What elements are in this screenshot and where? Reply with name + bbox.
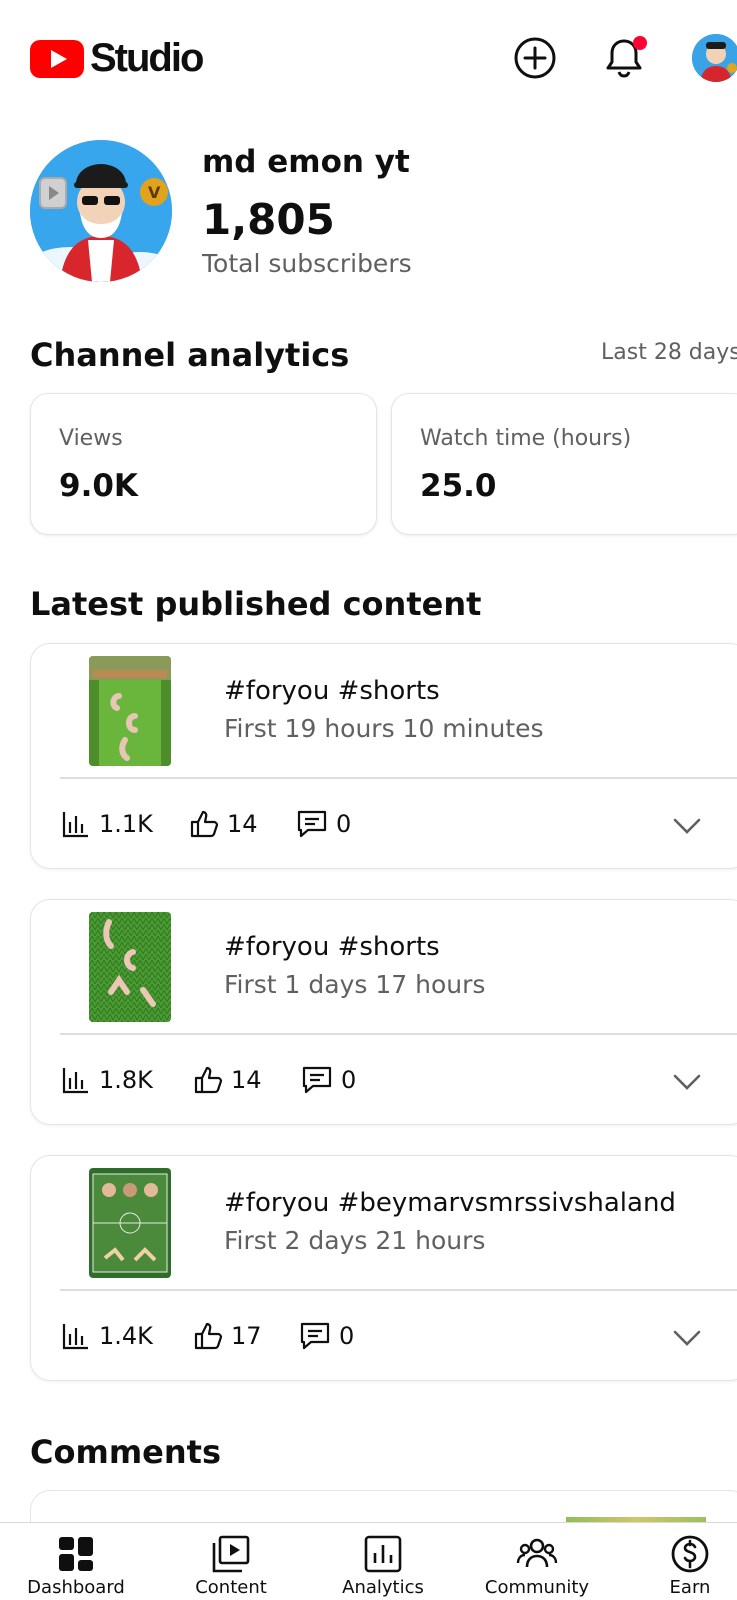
views-metric: 1.4K [61, 1321, 153, 1351]
chevron-down-icon[interactable] [671, 1322, 703, 1354]
comment-icon [297, 810, 327, 838]
comments-metric: 0 [296, 809, 351, 839]
account-avatar[interactable] [692, 34, 737, 82]
views-metric: 1.8K [61, 1065, 153, 1095]
chevron-down-icon[interactable] [671, 810, 703, 842]
subscriber-count: 1,805 [202, 195, 335, 244]
chevron-down-icon[interactable] [671, 1066, 703, 1098]
likes-value: 17 [231, 1322, 262, 1350]
views-metric: 1.1K [61, 809, 153, 839]
comment-icon [300, 1322, 330, 1350]
brand-label: Studio [90, 36, 204, 80]
views-label: Views [59, 426, 123, 451]
divider [60, 777, 737, 779]
watch-time-value: 25.0 [420, 468, 497, 504]
nav-label: Analytics [342, 1577, 424, 1598]
comments-value: 0 [341, 1066, 357, 1094]
subscriber-label: Total subscribers [202, 249, 412, 278]
create-plus-icon[interactable] [513, 36, 557, 80]
views-card[interactable]: Views 9.0K [30, 393, 377, 535]
divider [60, 1033, 737, 1035]
notification-dot [633, 36, 647, 50]
video-card[interactable]: #foryou #shorts First 1 days 17 hours 1.… [30, 899, 737, 1125]
likes-metric: 14 [193, 1065, 262, 1095]
video-thumbnail[interactable] [89, 1168, 171, 1278]
nav-earn[interactable]: Earn [620, 1523, 737, 1600]
thumbs-up-icon [190, 810, 219, 838]
watch-time-card[interactable]: Watch time (hours) 25.0 [391, 393, 737, 535]
analytics-range: Last 28 days [601, 340, 737, 365]
divider [60, 1289, 737, 1291]
video-thumbnail[interactable] [89, 912, 171, 1022]
analytics-icon [364, 1535, 402, 1573]
comments-value: 0 [339, 1322, 355, 1350]
bar-chart-icon [62, 812, 88, 838]
comments-metric: 0 [301, 1065, 356, 1095]
channel-avatar[interactable]: V [30, 140, 172, 282]
video-period: First 1 days 17 hours [224, 970, 486, 999]
nav-content[interactable]: Content [161, 1523, 301, 1600]
likes-value: 14 [227, 810, 258, 838]
bottom-navigation: Dashboard Content Analytics Community Ea… [0, 1522, 737, 1600]
likes-value: 14 [231, 1066, 262, 1094]
studio-logo[interactable]: Studio [30, 36, 204, 81]
views-value: 1.8K [99, 1066, 153, 1094]
video-title[interactable]: #foryou #shorts [224, 676, 440, 706]
earn-dollar-icon [671, 1535, 709, 1573]
youtube-play-icon [30, 39, 84, 78]
views-value: 1.1K [99, 810, 153, 838]
video-period: First 2 days 21 hours [224, 1226, 486, 1255]
analytics-title: Channel analytics [30, 336, 350, 374]
nav-label: Earn [669, 1577, 711, 1598]
views-value: 1.4K [99, 1322, 153, 1350]
bar-chart-icon [62, 1324, 88, 1350]
likes-metric: 14 [189, 809, 258, 839]
latest-content-title: Latest published content [30, 585, 482, 623]
bar-chart-icon [62, 1068, 88, 1094]
nav-label: Dashboard [27, 1577, 125, 1598]
video-card[interactable]: #foryou #beymarvsmrssivshaland First 2 d… [30, 1155, 737, 1381]
dashboard-icon [59, 1537, 93, 1571]
nav-analytics[interactable]: Analytics [313, 1523, 453, 1600]
nav-label: Community [484, 1577, 590, 1598]
comments-title: Comments [30, 1433, 221, 1471]
video-card[interactable]: #foryou #shorts First 19 hours 10 minute… [30, 643, 737, 869]
video-title[interactable]: #foryou #shorts [224, 932, 440, 962]
views-value: 9.0K [59, 468, 138, 504]
video-period: First 19 hours 10 minutes [224, 714, 544, 743]
comments-value: 0 [336, 810, 352, 838]
channel-name: md emon yt [202, 144, 410, 180]
nav-community[interactable]: Community [467, 1523, 607, 1600]
thumbs-up-icon [194, 1322, 223, 1350]
svg-text:V: V [148, 183, 161, 202]
app-header: Studio [0, 0, 737, 116]
nav-dashboard[interactable]: Dashboard [6, 1523, 146, 1600]
watch-time-label: Watch time (hours) [420, 426, 632, 451]
nav-label: Content [195, 1577, 267, 1598]
comments-metric: 0 [299, 1321, 354, 1351]
bell-icon[interactable] [602, 36, 647, 80]
thumbs-up-icon [194, 1066, 223, 1094]
likes-metric: 17 [193, 1321, 262, 1351]
video-thumbnail[interactable] [89, 656, 171, 766]
comment-icon [302, 1066, 332, 1094]
community-icon [516, 1538, 558, 1568]
video-title[interactable]: #foryou #beymarvsmrssivshaland [224, 1188, 676, 1218]
content-icon [212, 1535, 250, 1573]
